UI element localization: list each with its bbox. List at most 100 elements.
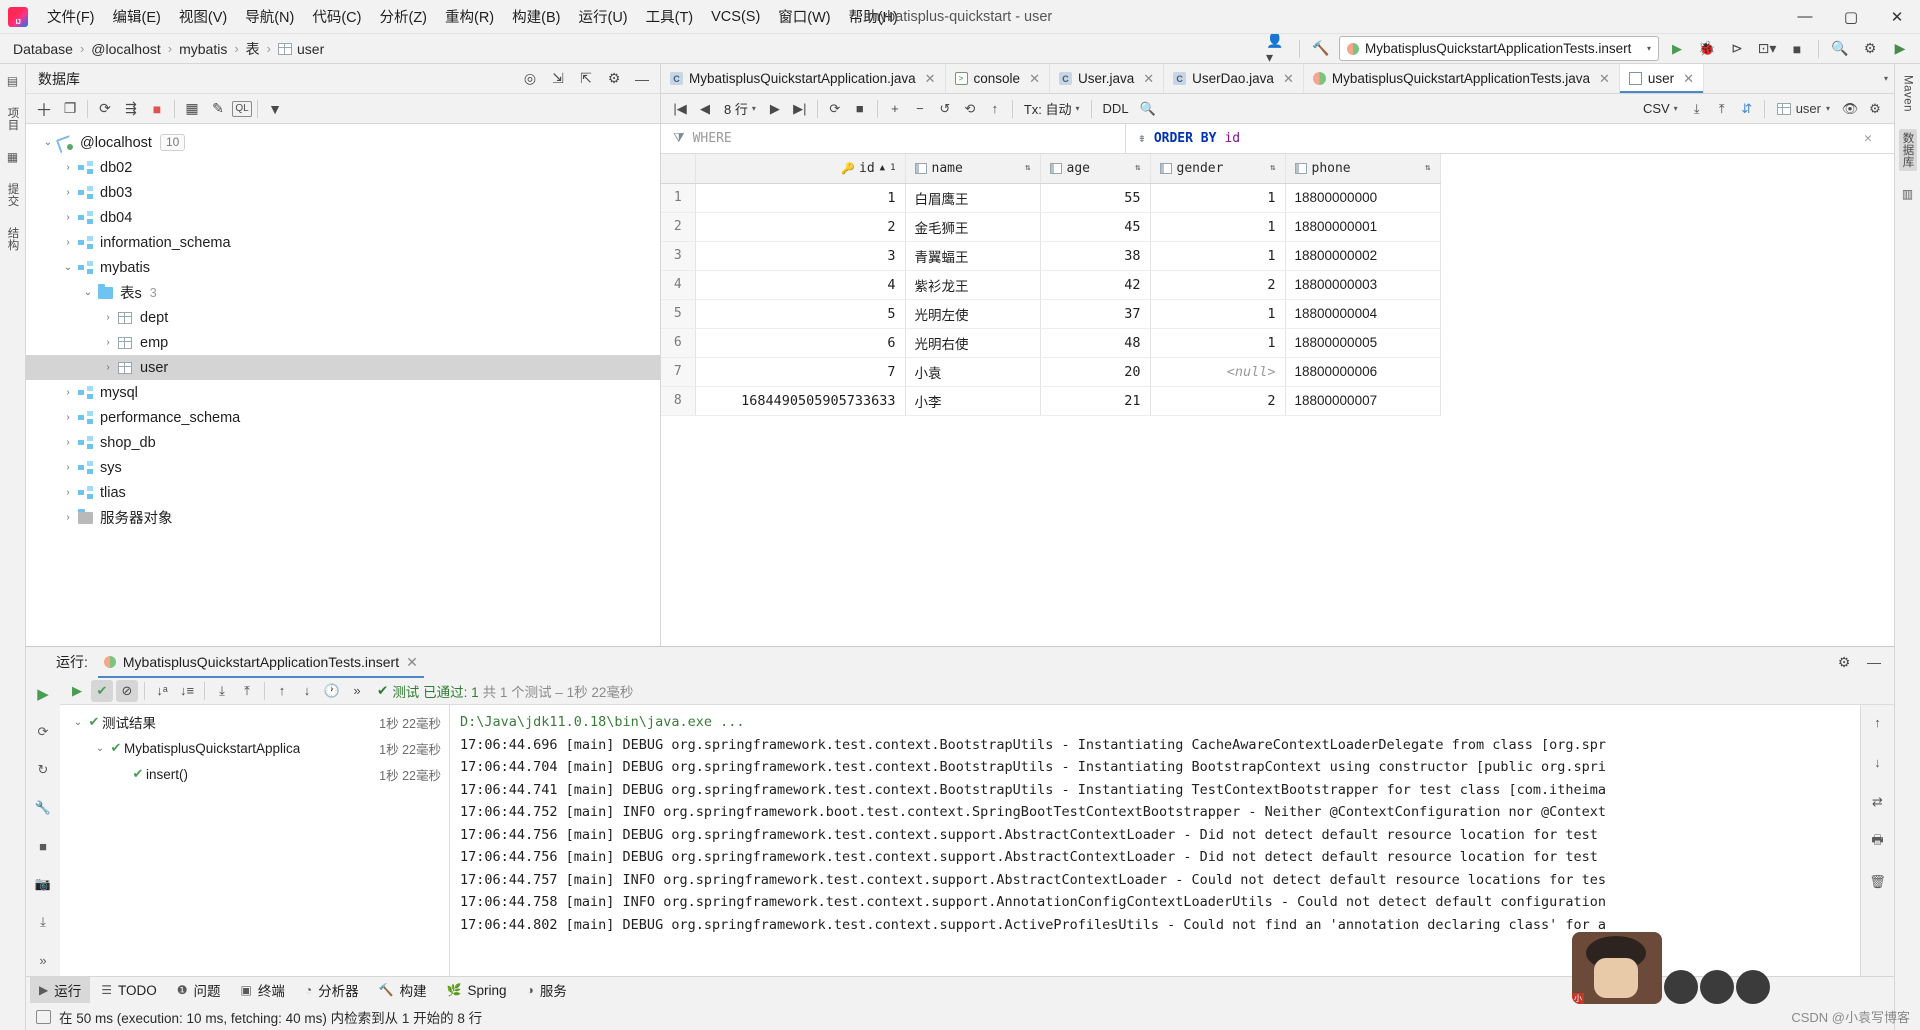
next-page-button[interactable]: ▶	[764, 98, 786, 120]
db-tree-node[interactable]: › shop_db	[26, 430, 660, 455]
editor-tab[interactable]: console ✕	[946, 64, 1050, 93]
cell-age[interactable]: 45	[1040, 212, 1151, 242]
search-icon[interactable]: 🔍	[1137, 98, 1159, 120]
tree-expander-icon[interactable]: ›	[100, 362, 116, 373]
run-configuration-selector[interactable]: MybatisplusQuickstartApplicationTests.in…	[1339, 36, 1659, 61]
camera-icon[interactable]: 📷	[32, 873, 54, 895]
column-header-age[interactable]: age ⇅	[1040, 154, 1151, 184]
cell-gender[interactable]: 1	[1150, 328, 1286, 358]
strip-item-commit[interactable]: 提交	[4, 180, 22, 210]
close-icon[interactable]: ✕	[1143, 71, 1154, 87]
tree-expander-icon[interactable]: ⌄	[80, 287, 96, 298]
run-icon[interactable]: ▶	[66, 680, 88, 702]
db-tree-node[interactable]: › user	[26, 355, 660, 380]
cell-name[interactable]: 青翼蝠王	[905, 241, 1041, 271]
close-button[interactable]: ✕	[1874, 0, 1920, 34]
table-row[interactable]: 7 7 小袁 20 <null> 18800000006	[661, 357, 1441, 387]
run-icon[interactable]: ▶	[32, 683, 54, 705]
cell-phone[interactable]: 18800000001	[1285, 212, 1441, 242]
db-tree-node[interactable]: › mysql	[26, 380, 660, 405]
more-run-options-icon[interactable]: ⊡▾	[1755, 37, 1779, 61]
filter-icon[interactable]: ▼	[263, 97, 287, 121]
collapse-icon[interactable]: ⇲	[546, 67, 570, 91]
minimize-icon[interactable]: —	[630, 67, 654, 91]
cell-gender[interactable]: 1	[1150, 212, 1286, 242]
add-row-button[interactable]: +	[884, 98, 906, 120]
close-icon[interactable]: ✕	[1029, 71, 1040, 87]
tree-expander-icon[interactable]: ›	[60, 212, 76, 223]
column-header-gender[interactable]: gender ⇅	[1150, 154, 1286, 184]
close-icon[interactable]: ✕	[1683, 71, 1694, 87]
column-header-phone[interactable]: phone ⇅	[1285, 154, 1441, 184]
tree-expander-icon[interactable]: ›	[60, 237, 76, 248]
cell-phone[interactable]: 18800000006	[1285, 357, 1441, 387]
cell-age[interactable]: 38	[1040, 241, 1151, 271]
stop-button[interactable]: ■	[1785, 37, 1809, 61]
user-settings-icon[interactable]: 👤▾	[1266, 32, 1290, 65]
sort-duration-icon[interactable]: ↓≡	[176, 680, 198, 702]
trash-icon[interactable]: 🗑	[1867, 871, 1889, 893]
tree-expander-icon[interactable]: ›	[60, 462, 76, 473]
target-icon[interactable]: ◎	[518, 67, 542, 91]
menu-item-help[interactable]: 帮助(H)	[840, 2, 907, 31]
cell-age[interactable]: 48	[1040, 328, 1151, 358]
cell-name[interactable]: 小李	[905, 386, 1041, 416]
stop-icon[interactable]: ■	[145, 97, 169, 121]
sort-alpha-icon[interactable]: ↓ᵃ	[151, 680, 173, 702]
cell-phone[interactable]: 18800000000	[1285, 183, 1441, 213]
breadcrumb-user[interactable]: user	[275, 39, 327, 59]
last-page-button[interactable]: ▶|	[789, 98, 811, 120]
bottom-tab-分析器[interactable]: ◔ 分析器	[296, 977, 368, 1003]
editor-tab[interactable]: User.java ✕	[1050, 64, 1165, 93]
column-header-id[interactable]: 🔑 id ▲ 1	[695, 154, 906, 184]
tree-expander-icon[interactable]: ›	[60, 437, 76, 448]
db-tree-node[interactable]: › tlias	[26, 480, 660, 505]
refresh-button[interactable]: ⟳	[824, 98, 846, 120]
minimize-icon[interactable]: —	[1862, 650, 1886, 674]
tree-expander-icon[interactable]: ›	[60, 162, 76, 173]
menu-item-run[interactable]: 运行(U)	[569, 2, 636, 31]
eye-icon[interactable]: 👁	[1839, 98, 1861, 120]
cell-phone[interactable]: 18800000007	[1285, 386, 1441, 416]
more-icon[interactable]: »	[32, 949, 54, 971]
cell-id[interactable]: 5	[695, 299, 906, 329]
cell-id[interactable]: 3	[695, 241, 906, 271]
test-results-tree[interactable]: ⌄ ✔ 测试结果 1秒 22毫秒 ⌄ ✔ MybatisplusQuickstartAppl…	[60, 705, 450, 976]
sync-data-icon[interactable]: ⇵	[1736, 98, 1758, 120]
cell-gender[interactable]: 2	[1150, 270, 1286, 300]
expand-icon[interactable]: ⇱	[574, 67, 598, 91]
db-tree-node[interactable]: ⌄ @localhost 10	[26, 130, 660, 155]
tree-expander-icon[interactable]: ⌄	[92, 743, 108, 754]
prev-page-button[interactable]: ◀	[694, 98, 716, 120]
db-tree-node[interactable]: › dept	[26, 305, 660, 330]
sort-toggle-icon[interactable]: ⇅	[1025, 163, 1030, 173]
bottom-tab-问题[interactable]: ❶ 问题	[168, 977, 230, 1003]
menu-item-code[interactable]: 代码(C)	[303, 2, 370, 31]
add-icon[interactable]: ＋	[32, 97, 56, 121]
bottom-tab-Spring[interactable]: 🌿 Spring	[438, 980, 516, 1001]
cell-gender[interactable]: 2	[1150, 386, 1286, 416]
menu-item-window[interactable]: 窗口(W)	[769, 2, 839, 31]
db-tree-node[interactable]: › sys	[26, 455, 660, 480]
delete-row-button[interactable]: −	[909, 98, 931, 120]
collapse-all-icon[interactable]: ⤒	[236, 680, 258, 702]
table-row[interactable]: 5 5 光明左使 37 1 18800000004	[661, 299, 1441, 329]
editor-tab[interactable]: user ✕	[1619, 64, 1705, 93]
commit-icon[interactable]: ▦	[4, 148, 22, 166]
strip-item-maven[interactable]: Maven	[1901, 72, 1915, 115]
page-size-selector[interactable]: 8 行 ▾	[719, 97, 761, 120]
cell-name[interactable]: 光明右使	[905, 328, 1041, 358]
cell-id[interactable]: 4	[695, 270, 906, 300]
breadcrumb-localhost[interactable]: @localhost	[88, 39, 163, 59]
tree-expander-icon[interactable]: ⌄	[70, 717, 86, 728]
ignore-icon[interactable]: ⊘	[116, 679, 138, 702]
cell-phone[interactable]: 18800000003	[1285, 270, 1441, 300]
breadcrumb-database[interactable]: Database	[10, 39, 76, 59]
minimize-button[interactable]: —	[1782, 0, 1828, 34]
where-filter-input[interactable]: ⧩ WHERE	[661, 124, 1126, 153]
sort-ascending-icon[interactable]: ▲	[880, 163, 885, 173]
cell-phone[interactable]: 18800000004	[1285, 299, 1441, 329]
tree-expander-icon[interactable]: ⌄	[60, 262, 76, 273]
tree-expander-icon[interactable]: ›	[60, 512, 76, 523]
menu-item-analyze[interactable]: 分析(Z)	[370, 2, 436, 31]
